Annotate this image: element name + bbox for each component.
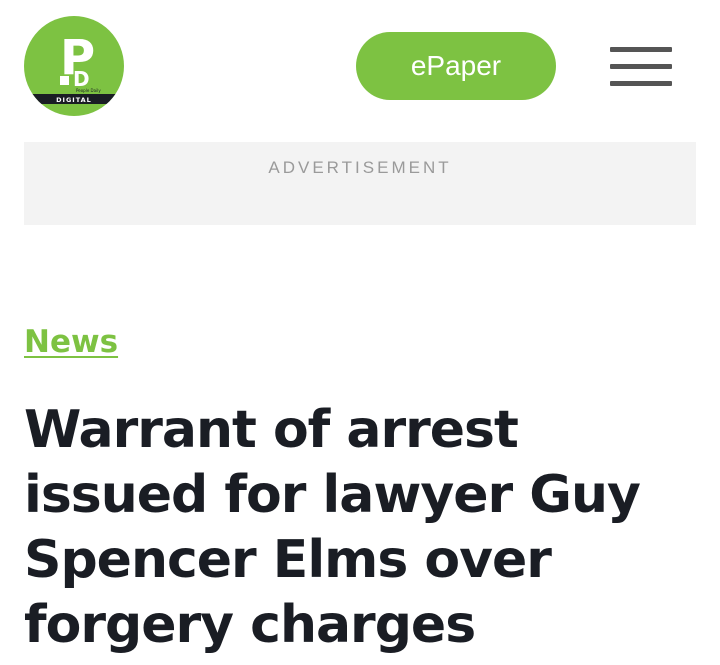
advertisement-slot: ADVERTISEMENT [24,142,696,225]
logo-mark: P D People Daily DIGITAL [32,30,116,104]
menu-bar-bottom [610,81,672,86]
article-title: Warrant of arrest issued for lawyer Guy … [24,400,641,655]
hamburger-menu-icon[interactable] [610,44,674,88]
logo-dot [60,76,69,85]
category-link-news[interactable]: News [24,324,118,360]
site-header: P D People Daily DIGITAL ePaper [0,0,720,130]
logo-wordmark: DIGITAL [56,96,92,104]
logo-tagline: People Daily [76,88,101,93]
menu-bar-top [610,47,672,52]
site-logo[interactable]: P D People Daily DIGITAL [24,16,124,116]
menu-bar-middle [610,64,672,69]
epaper-button[interactable]: ePaper [356,32,556,100]
advertisement-label: ADVERTISEMENT [268,158,452,177]
